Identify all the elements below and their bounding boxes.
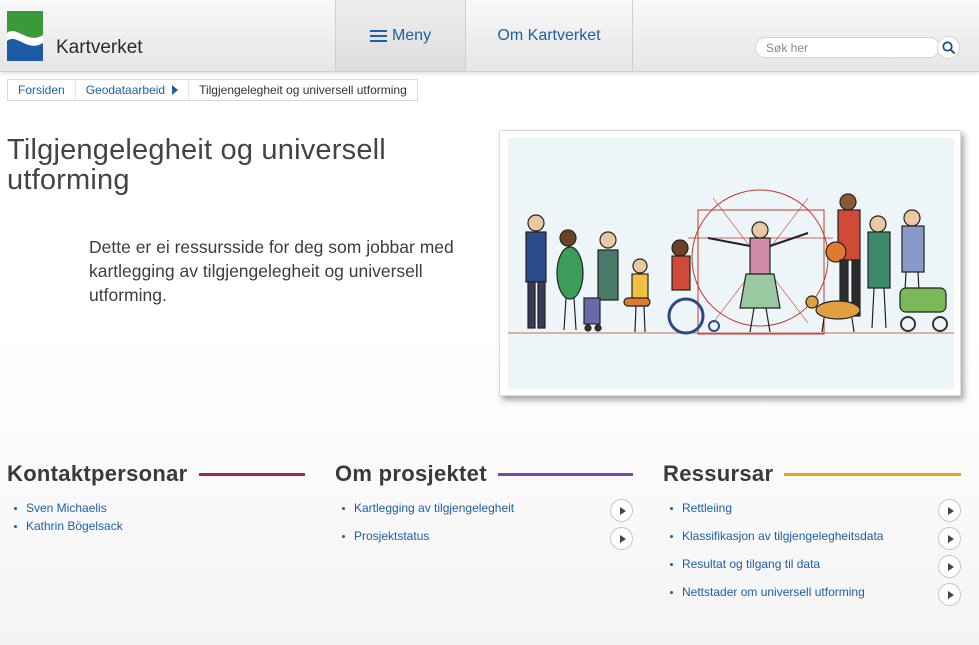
menu-button[interactable]: Meny	[335, 0, 465, 71]
breadcrumb-geodataarbeid-label: Geodataarbeid	[85, 83, 166, 97]
contact-name: Kathrin Bögelsack	[26, 519, 123, 533]
link-label: Klassifikasjon av tilgjengelegheitsdata	[682, 529, 884, 543]
search-button[interactable]	[937, 36, 960, 59]
contact-link-sven[interactable]: Sven Michaelis	[7, 501, 305, 519]
bullet-icon	[670, 535, 673, 538]
section-ressursar: Ressursar Rettleiing Klassifikasjon av t…	[663, 458, 961, 613]
link-prosjektstatus[interactable]: Prosjektstatus	[335, 527, 633, 557]
arrow-right-icon[interactable]	[938, 583, 961, 606]
arrow-right-icon[interactable]	[610, 499, 633, 522]
section-title-ressursar: Ressursar	[663, 461, 774, 486]
accessibility-illustration	[508, 138, 954, 389]
link-resultat[interactable]: Resultat og tilgang til data	[663, 555, 961, 585]
section-kontaktpersonar: Kontaktpersonar Sven Michaelis Kathrin B…	[7, 458, 305, 537]
chevron-right-icon	[172, 85, 179, 95]
link-label: Rettleiing	[682, 501, 733, 515]
site-header: Kartverket Meny Om Kartverket	[0, 0, 979, 72]
arrow-right-icon[interactable]	[610, 527, 633, 550]
bullet-icon	[14, 525, 17, 528]
bullet-icon	[342, 535, 345, 538]
section-om-prosjektet: Om prosjektet Kartlegging av tilgjengele…	[335, 458, 633, 557]
link-label: Resultat og tilgang til data	[682, 557, 821, 571]
bullet-icon	[670, 507, 673, 510]
logo-text[interactable]: Kartverket	[56, 37, 143, 59]
section-divider	[198, 472, 305, 476]
bullet-icon	[342, 507, 345, 510]
nav-om-kartverket-label: Om Kartverket	[497, 26, 601, 44]
breadcrumb-current: Tilgjengelegheit og universell utforming	[199, 83, 407, 97]
hamburger-icon	[369, 27, 387, 45]
bullet-icon	[14, 507, 17, 510]
menu-label: Meny	[391, 26, 432, 44]
bullet-icon	[670, 591, 673, 594]
section-divider	[497, 472, 633, 476]
section-divider	[784, 472, 961, 476]
link-klassifikasjon[interactable]: Klassifikasjon av tilgjengelegheitsdata	[663, 527, 961, 557]
page-title: Tilgjengelegheit og universell utforming	[7, 134, 386, 196]
arrow-right-icon[interactable]	[938, 499, 961, 522]
link-rettleiing[interactable]: Rettleiing	[663, 499, 961, 529]
link-kartlegging[interactable]: Kartlegging av tilgjengelegheit	[335, 499, 633, 529]
nav-om-kartverket[interactable]: Om Kartverket	[465, 0, 633, 71]
kartverket-logo-icon[interactable]	[7, 11, 43, 61]
search-icon	[941, 40, 955, 54]
breadcrumb-forsiden[interactable]: Forsiden	[8, 80, 76, 100]
arrow-right-icon[interactable]	[938, 527, 961, 550]
hero-image-frame	[499, 130, 961, 396]
section-title-prosjekt: Om prosjektet	[335, 461, 487, 486]
link-label: Prosjektstatus	[354, 529, 430, 543]
breadcrumb: Forsiden Geodataarbeid Tilgjengelegheit …	[7, 79, 418, 101]
intro-text: Dette er ei ressursside for deg som jobb…	[89, 237, 454, 305]
link-label: Kartlegging av tilgjengelegheit	[354, 501, 515, 515]
contact-name: Sven Michaelis	[26, 501, 107, 515]
contact-link-kathrin[interactable]: Kathrin Bögelsack	[7, 519, 305, 537]
link-nettstader[interactable]: Nettstader om universell utforming	[663, 583, 961, 613]
breadcrumb-geodataarbeid[interactable]: Geodataarbeid	[76, 80, 190, 100]
arrow-right-icon[interactable]	[938, 555, 961, 578]
section-title-kontakt: Kontaktpersonar	[7, 461, 188, 486]
link-label: Nettstader om universell utforming	[682, 585, 865, 599]
bullet-icon	[670, 563, 673, 566]
search-input[interactable]	[755, 37, 940, 58]
